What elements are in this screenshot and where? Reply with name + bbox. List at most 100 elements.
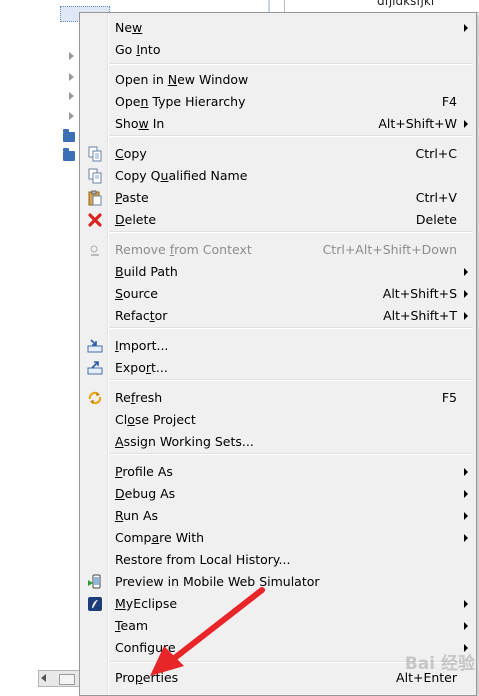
menu-separator bbox=[110, 135, 473, 137]
menu-item-label: Source bbox=[115, 286, 158, 301]
scroll-left-arrow-icon[interactable] bbox=[41, 674, 46, 682]
menu-item-remove-from-context: Remove from Context Ctrl+Alt+Shift+Down bbox=[82, 239, 474, 261]
menu-separator bbox=[110, 453, 473, 455]
menu-item-label: Run As bbox=[115, 508, 159, 523]
menu-item-label: Open in New Window bbox=[115, 72, 249, 87]
menu-item-shortcut: Alt+Shift+S bbox=[382, 286, 457, 301]
menu-item-shortcut: F4 bbox=[441, 94, 457, 109]
menu-item-label: Configure bbox=[115, 640, 176, 655]
menu-item-label: Assign Working Sets... bbox=[115, 434, 254, 449]
expand-arrow-icon[interactable] bbox=[69, 92, 74, 100]
menu-item-export[interactable]: Export... bbox=[82, 357, 474, 379]
menu-item-preview-mobile[interactable]: Preview in Mobile Web Simulator bbox=[82, 571, 474, 593]
submenu-arrow-icon bbox=[464, 600, 468, 608]
menu-item-label: Paste bbox=[115, 190, 149, 205]
submenu-arrow-icon bbox=[464, 622, 468, 630]
menu-item-restore-from-local-history[interactable]: Restore from Local History... bbox=[82, 549, 474, 571]
menu-item-open-type-hierarchy[interactable]: Open Type Hierarchy F4 bbox=[82, 91, 474, 113]
folder-icon[interactable] bbox=[63, 148, 75, 161]
submenu-arrow-icon bbox=[464, 490, 468, 498]
menu-item-go-into[interactable]: Go Into bbox=[82, 39, 474, 61]
mobile-simulator-icon bbox=[87, 574, 103, 590]
menu-separator bbox=[110, 63, 473, 65]
menu-item-assign-working-sets[interactable]: Assign Working Sets... bbox=[82, 431, 474, 453]
menu-item-shortcut: Alt+Shift+T bbox=[383, 308, 457, 323]
menu-item-label: Delete bbox=[115, 212, 157, 227]
menu-item-import[interactable]: Import... bbox=[82, 335, 474, 357]
menu-item-refresh[interactable]: Refresh F5 bbox=[82, 387, 474, 409]
menu-item-shortcut: Delete bbox=[415, 212, 457, 227]
export-icon bbox=[87, 360, 103, 376]
menu-item-label: Show In bbox=[115, 116, 165, 131]
menu-item-label: Refactor bbox=[115, 308, 168, 323]
folder-icon[interactable] bbox=[63, 129, 75, 142]
menu-item-label: MyEclipse bbox=[115, 596, 178, 611]
menu-item-shortcut: Ctrl+C bbox=[415, 146, 457, 161]
menu-item-new[interactable]: New bbox=[82, 17, 474, 39]
menu-item-label: Copy Qualified Name bbox=[115, 168, 248, 183]
menu-item-paste[interactable]: Paste Ctrl+V bbox=[82, 187, 474, 209]
menu-item-build-path[interactable]: Build Path bbox=[82, 261, 474, 283]
menu-item-compare-with[interactable]: Compare With bbox=[82, 527, 474, 549]
expand-arrow-icon[interactable] bbox=[69, 112, 74, 120]
menu-item-myeclipse[interactable]: MyEclipse bbox=[82, 593, 474, 615]
menu-item-shortcut: F5 bbox=[441, 390, 457, 405]
menu-item-shortcut: Alt+Shift+W bbox=[378, 116, 457, 131]
copy-icon bbox=[87, 146, 103, 162]
expand-arrow-icon[interactable] bbox=[69, 52, 74, 60]
submenu-arrow-icon bbox=[464, 534, 468, 542]
menu-item-show-in[interactable]: Show In Alt+Shift+W bbox=[82, 113, 474, 135]
menu-item-label: Team bbox=[115, 618, 149, 633]
menu-item-source[interactable]: Source Alt+Shift+S bbox=[82, 283, 474, 305]
submenu-arrow-icon bbox=[464, 120, 468, 128]
menu-separator bbox=[110, 231, 473, 233]
scrollbar-thumb[interactable] bbox=[59, 674, 75, 685]
menu-item-close-project[interactable]: Close Project bbox=[82, 409, 474, 431]
menu-item-profile-as[interactable]: Profile As bbox=[82, 461, 474, 483]
menu-item-label: Close Project bbox=[115, 412, 196, 427]
menu-item-label: Remove from Context bbox=[115, 242, 252, 257]
remove-context-icon bbox=[87, 242, 103, 258]
menu-item-open-in-new-window[interactable]: Open in New Window bbox=[82, 69, 474, 91]
context-menu: New Go Into Open in New Window Open Type Hi… bbox=[79, 12, 477, 696]
menu-item-copy[interactable]: Copy Ctrl+C bbox=[82, 143, 474, 165]
menu-item-label: Restore from Local History... bbox=[115, 552, 291, 567]
myeclipse-icon bbox=[87, 596, 103, 612]
submenu-arrow-icon bbox=[464, 268, 468, 276]
menu-item-label: Open Type Hierarchy bbox=[115, 94, 246, 109]
menu-item-label: Debug As bbox=[115, 486, 176, 501]
submenu-arrow-icon bbox=[464, 290, 468, 298]
editor-text: dfjldksfjkl bbox=[377, 0, 435, 8]
menu-item-debug-as[interactable]: Debug As bbox=[82, 483, 474, 505]
paste-icon bbox=[87, 190, 103, 206]
submenu-arrow-icon bbox=[464, 312, 468, 320]
menu-item-copy-qualified-name[interactable]: Copy Qualified Name bbox=[82, 165, 474, 187]
menu-item-team[interactable]: Team bbox=[82, 615, 474, 637]
expand-arrow-icon[interactable] bbox=[69, 73, 74, 81]
submenu-arrow-icon bbox=[464, 512, 468, 520]
menu-item-shortcut: Ctrl+V bbox=[415, 190, 457, 205]
refresh-icon bbox=[87, 390, 103, 406]
menu-separator bbox=[110, 327, 473, 329]
watermark: Bai 经验 bbox=[404, 654, 475, 674]
menu-item-delete[interactable]: Delete Delete bbox=[82, 209, 474, 231]
submenu-arrow-icon bbox=[464, 468, 468, 476]
menu-item-run-as[interactable]: Run As bbox=[82, 505, 474, 527]
menu-item-shortcut: Ctrl+Alt+Shift+Down bbox=[322, 242, 457, 257]
menu-item-label: Refresh bbox=[115, 390, 163, 405]
menu-item-label: Copy bbox=[115, 146, 147, 161]
menu-item-label: Export... bbox=[115, 360, 168, 375]
delete-icon bbox=[87, 212, 103, 228]
menu-item-refactor[interactable]: Refactor Alt+Shift+T bbox=[82, 305, 474, 327]
menu-separator bbox=[110, 379, 473, 381]
menu-item-label: Properties bbox=[115, 670, 179, 685]
menu-item-label: Preview in Mobile Web Simulator bbox=[115, 574, 320, 589]
submenu-arrow-icon bbox=[464, 24, 468, 32]
copy-qualified-name-icon bbox=[87, 168, 103, 184]
menu-item-label: Compare With bbox=[115, 530, 205, 545]
menu-item-label: Build Path bbox=[115, 264, 178, 279]
menu-item-label: Go Into bbox=[115, 42, 161, 57]
menu-item-label: New bbox=[115, 20, 143, 35]
menu-item-label: Profile As bbox=[115, 464, 173, 479]
menu-item-label: Import... bbox=[115, 338, 169, 353]
